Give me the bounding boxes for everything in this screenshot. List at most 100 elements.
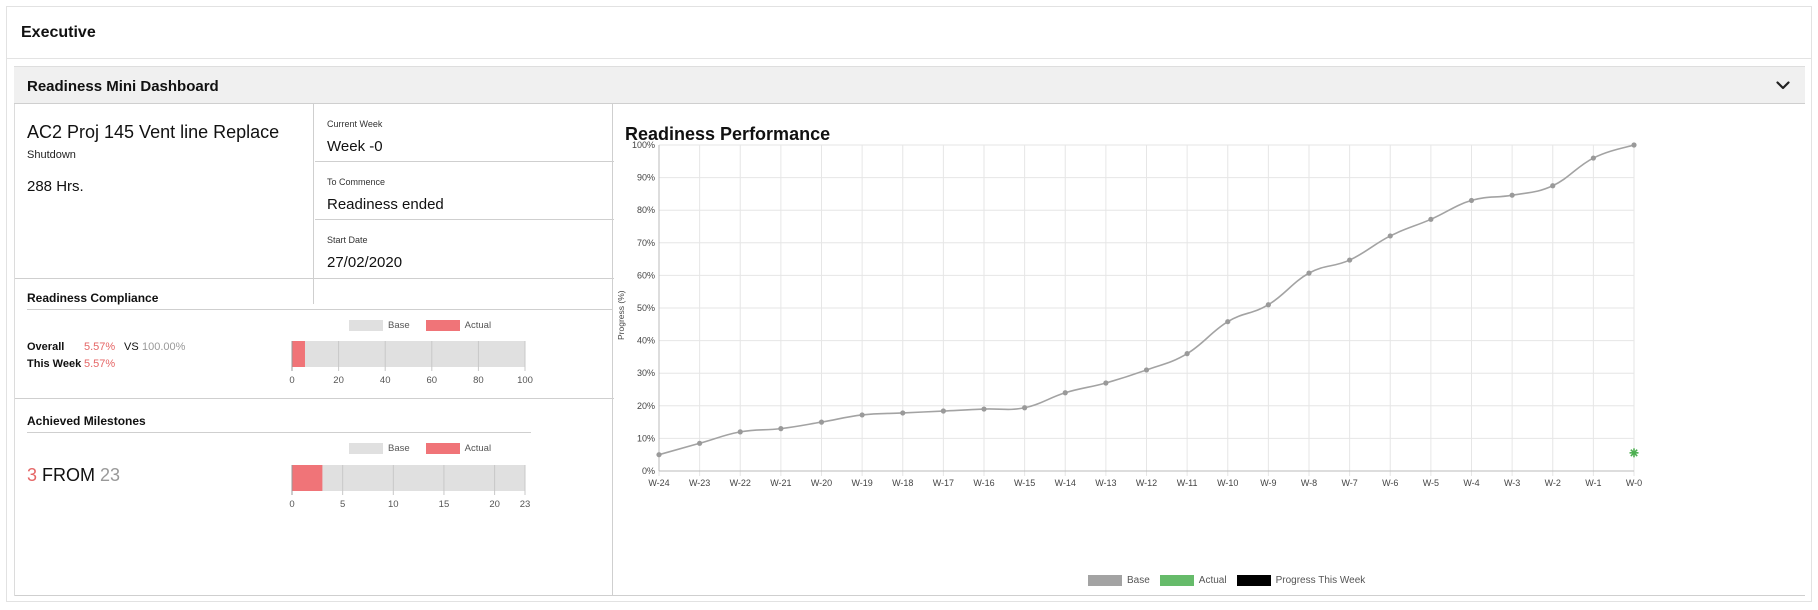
x-tick-label: W-5	[1423, 478, 1439, 488]
x-tick-label: W-15	[1014, 478, 1035, 488]
base-series-point[interactable]	[1347, 257, 1353, 263]
overall-base-value: 100.00%	[142, 341, 186, 353]
current-week-box: Current Week Week -0	[315, 104, 614, 162]
milestones-from: FROM	[42, 465, 96, 485]
base-series-point[interactable]	[1022, 405, 1028, 411]
base-series-point[interactable]	[778, 426, 784, 432]
project-hours: 288 Hrs.	[27, 178, 84, 195]
x-tick-label: W-4	[1463, 478, 1479, 488]
bar-tick-label: 0	[289, 375, 294, 386]
bar-tick-label: 60	[427, 375, 438, 386]
bar-tick-label: 15	[439, 499, 450, 510]
x-tick-label: W-12	[1136, 478, 1157, 488]
compliance-legend: Base Actual	[349, 320, 491, 331]
overall-label: Overall	[27, 341, 65, 353]
base-series-point[interactable]	[1509, 192, 1515, 198]
base-series-point[interactable]	[1103, 380, 1109, 386]
base-series-point[interactable]	[1306, 270, 1312, 276]
base-series-point[interactable]	[1143, 367, 1150, 373]
to-commence-label: To Commence	[327, 177, 386, 187]
mini-dashboard-body: AC2 Proj 145 Vent line Replace Shutdown …	[14, 104, 1805, 596]
base-series-point[interactable]	[737, 429, 743, 435]
actual-bar	[292, 341, 305, 367]
base-series-point[interactable]	[1550, 183, 1556, 189]
x-tick-label: W-19	[851, 478, 872, 488]
milestones-achieved: 3	[27, 465, 38, 485]
base-series-point[interactable]	[900, 410, 906, 416]
x-tick-label: W-0	[1626, 478, 1642, 488]
base-series-point[interactable]	[1265, 302, 1271, 308]
legend-actual-label: Actual	[464, 320, 492, 331]
legend-base-label: Base	[1127, 575, 1150, 586]
performance-line-chart: 0% 10% 20% 30% 40% 50% 60% 70% 80% 90% 100% W-24 W-2…	[632, 140, 1642, 488]
bar-tick-label: 20	[333, 375, 344, 386]
x-tick-label: W-20	[811, 478, 832, 488]
compliance-bar-chart: 0 20 40 60 80 100	[289, 341, 533, 386]
project-summary: AC2 Proj 145 Vent line Replace Shutdown …	[15, 104, 314, 304]
y-tick-label: 50%	[637, 303, 655, 313]
base-series-point[interactable]	[818, 419, 825, 425]
y-tick-label: 90%	[637, 173, 655, 183]
x-tick-label: W-14	[1055, 478, 1076, 488]
base-series-point[interactable]	[981, 406, 987, 412]
base-series-point[interactable]	[1468, 197, 1475, 204]
base-series-point[interactable]	[1225, 319, 1231, 325]
chevron-down-icon[interactable]	[1775, 77, 1791, 93]
base-bar	[292, 341, 525, 367]
bar-tick-label: 80	[473, 375, 484, 386]
mini-dashboard-header[interactable]: Readiness Mini Dashboard	[14, 66, 1805, 104]
x-tick-label: W-10	[1217, 478, 1238, 488]
compliance-title: Readiness Compliance	[27, 291, 159, 305]
base-series-point[interactable]	[1428, 216, 1434, 222]
y-tick-label: 70%	[637, 238, 655, 248]
x-tick-label: W-2	[1545, 478, 1561, 488]
x-tick-label: W-18	[892, 478, 913, 488]
x-tick-label: W-7	[1341, 478, 1357, 488]
legend-actual-swatch	[425, 320, 460, 331]
milestones-underline	[27, 432, 531, 433]
x-tick-label: W-21	[770, 478, 791, 488]
actual-series-point[interactable]	[1629, 448, 1639, 458]
base-series-point[interactable]	[1062, 390, 1068, 396]
bar-tick-label: 100	[517, 375, 533, 386]
legend-base-label: Base	[388, 320, 410, 331]
y-tick-label: 80%	[637, 205, 655, 215]
milestones-total: 23	[100, 465, 121, 485]
legend-base-swatch	[349, 443, 383, 454]
base-series-point[interactable]	[1387, 233, 1393, 239]
base-series-point[interactable]	[940, 408, 946, 414]
start-date-box: Start Date 27/02/2020	[315, 220, 614, 278]
milestones-title: Achieved Milestones	[27, 414, 146, 428]
x-tick-label: W-6	[1382, 478, 1398, 488]
legend-actual-label: Actual	[464, 443, 492, 454]
start-date-label: Start Date	[327, 235, 368, 245]
bar-tick-label: 20	[489, 499, 500, 510]
actual-bar	[292, 465, 323, 491]
start-date-value: 27/02/2020	[327, 254, 403, 271]
base-series-point[interactable]	[1590, 155, 1596, 161]
base-series-point[interactable]	[656, 452, 662, 458]
legend-progress-swatch	[1236, 575, 1271, 586]
y-tick-label: 20%	[637, 401, 655, 411]
this-week-value: 5.57%	[84, 358, 116, 370]
x-tick-label: W-13	[1095, 478, 1116, 488]
x-tick-label: W-3	[1504, 478, 1520, 488]
y-tick-label: 60%	[637, 270, 655, 280]
bar-tick-label: 0	[289, 499, 294, 510]
y-tick-label: 30%	[637, 368, 655, 378]
base-bar	[292, 465, 525, 491]
base-series-point[interactable]	[1631, 142, 1637, 148]
x-tick-label: W-1	[1585, 478, 1601, 488]
base-series-point[interactable]	[697, 440, 703, 446]
y-tick-label: 10%	[637, 433, 655, 443]
legend-actual-label: Actual	[1198, 575, 1227, 586]
base-series-point[interactable]	[859, 412, 865, 418]
legend-base-swatch	[349, 320, 383, 331]
current-week-value: Week -0	[327, 138, 383, 155]
x-tick-label: W-17	[933, 478, 954, 488]
compliance-divider	[15, 278, 614, 279]
summary-column: AC2 Proj 145 Vent line Replace Shutdown …	[14, 104, 614, 596]
base-series-point[interactable]	[1184, 351, 1190, 357]
legend-actual-swatch	[425, 443, 460, 454]
milestones-divider	[15, 398, 614, 399]
